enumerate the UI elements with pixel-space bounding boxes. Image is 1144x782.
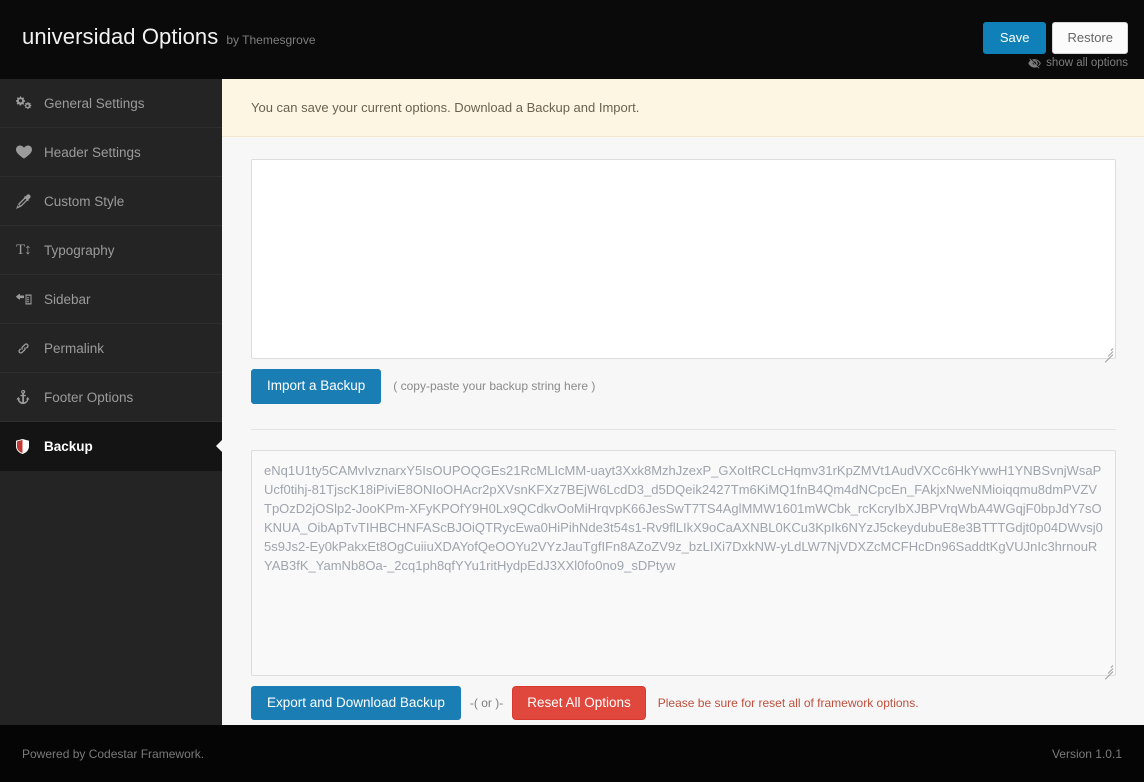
header-title-group: universidad Options by Themesgrove (22, 24, 316, 50)
sidebar-icon (16, 292, 40, 306)
export-section: Export and Download Backup -( or )- Rese… (251, 450, 1116, 721)
sidebar-item-label: Backup (44, 439, 93, 454)
import-hint: ( copy-paste your backup string here ) (393, 379, 595, 393)
import-backup-button[interactable]: Import a Backup (251, 369, 381, 404)
sidebar-item-general-settings[interactable]: General Settings (0, 79, 222, 128)
sidebar-item-label: Header Settings (44, 145, 141, 160)
heart-icon (16, 145, 40, 159)
backup-panel: Import a Backup ( copy-paste your backup… (222, 137, 1144, 725)
import-textarea-wrap (251, 159, 1116, 359)
sidebar-item-header-settings[interactable]: Header Settings (0, 128, 222, 177)
export-textarea-wrap (251, 450, 1116, 676)
import-actions: Import a Backup ( copy-paste your backup… (251, 369, 1116, 404)
gears-icon (16, 96, 40, 111)
active-caret-icon (216, 440, 222, 452)
restore-button[interactable]: Restore (1052, 22, 1128, 54)
link-icon (16, 341, 40, 356)
sidebar-item-backup[interactable]: Backup (0, 422, 222, 471)
import-section: Import a Backup ( copy-paste your backup… (251, 159, 1116, 404)
save-button[interactable]: Save (983, 22, 1047, 54)
page-header: universidad Options by Themesgrove Save … (0, 0, 1144, 79)
sidebar-item-label: Footer Options (44, 390, 133, 405)
anchor-icon (16, 390, 40, 405)
sidebar-item-label: General Settings (44, 96, 145, 111)
sidebar-item-permalink[interactable]: Permalink (0, 324, 222, 373)
header-author: by Themesgrove (226, 33, 315, 47)
show-all-options-label: show all options (1046, 57, 1128, 69)
sidebar-nav: General Settings Header Settings Custom … (0, 79, 222, 725)
page-title: universidad Options (22, 24, 218, 50)
options-page: universidad Options by Themesgrove Save … (0, 0, 1144, 782)
shield-icon (16, 439, 40, 454)
section-divider (251, 429, 1116, 430)
export-actions: Export and Download Backup -( or )- Rese… (251, 686, 1116, 721)
eye-slash-icon (1028, 58, 1041, 69)
notice-bar: You can save your current options. Downl… (222, 79, 1144, 137)
sidebar-item-label: Custom Style (44, 194, 124, 209)
export-textarea[interactable] (251, 450, 1116, 676)
sidebar-item-label: Typography (44, 243, 115, 258)
or-separator: -( or )- (470, 696, 503, 710)
sidebar-item-sidebar[interactable]: Sidebar (0, 275, 222, 324)
sidebar-item-custom-style[interactable]: Custom Style (0, 177, 222, 226)
page-body: General Settings Header Settings Custom … (0, 79, 1144, 725)
content-area: You can save your current options. Downl… (222, 79, 1144, 725)
import-textarea[interactable] (251, 159, 1116, 359)
export-download-backup-button[interactable]: Export and Download Backup (251, 686, 461, 721)
sidebar-item-typography[interactable]: T↕ Typography (0, 226, 222, 275)
footer-version: Version 1.0.1 (1052, 747, 1122, 761)
sidebar-item-footer-options[interactable]: Footer Options (0, 373, 222, 422)
reset-all-options-button[interactable]: Reset All Options (512, 686, 646, 721)
sidebar-item-label: Permalink (44, 341, 104, 356)
sidebar-item-label: Sidebar (44, 292, 91, 307)
reset-warning-text: Please be sure for reset all of framewor… (658, 696, 919, 710)
header-actions: Save Restore (983, 22, 1128, 54)
eyedropper-icon (16, 194, 40, 209)
footer-powered-by: Powered by Codestar Framework. (22, 747, 204, 761)
text-height-icon: T↕ (16, 243, 40, 258)
show-all-options-toggle[interactable]: show all options (1028, 57, 1128, 69)
page-footer: Powered by Codestar Framework. Version 1… (0, 725, 1144, 782)
